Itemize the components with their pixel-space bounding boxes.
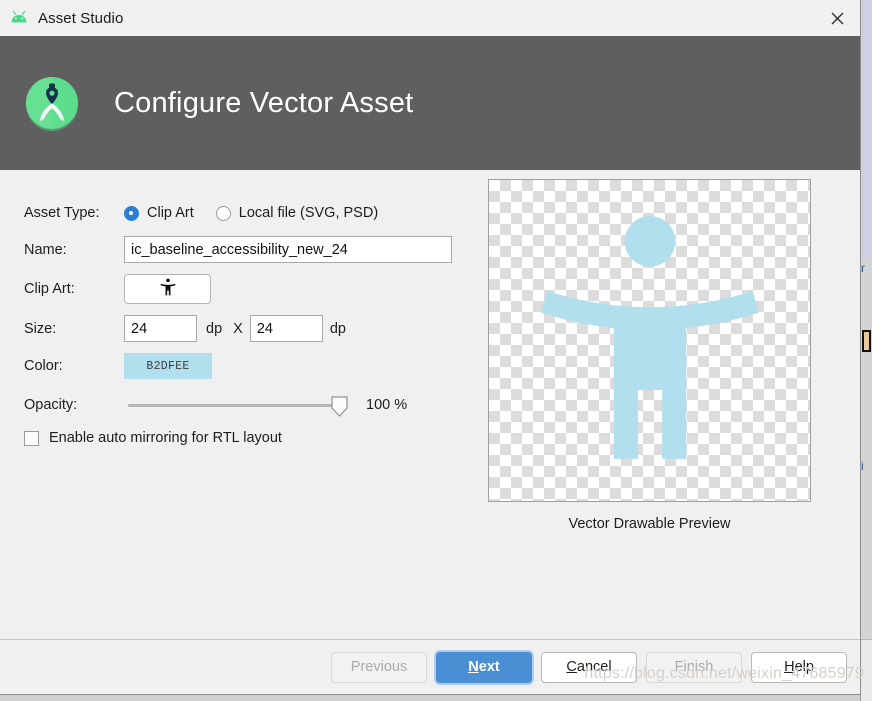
previous-button[interactable]: Previous <box>331 651 427 683</box>
page-title: Configure Vector Asset <box>114 86 414 119</box>
checkbox-unchecked-icon[interactable] <box>24 430 39 446</box>
screen: r i Asset Studio Configure Vector Asset … <box>0 0 872 701</box>
background-window-top-strip <box>861 0 872 258</box>
cancel-button-mnemonic: C <box>566 659 577 675</box>
size-unit-1: dp <box>206 320 223 337</box>
asset-studio-dialog: Asset Studio Configure Vector Asset Asse… <box>0 0 861 695</box>
accessibility-icon <box>158 276 178 303</box>
color-hex-value: B2DFEE <box>146 359 190 373</box>
radio-unselected-icon <box>215 205 231 221</box>
name-input[interactable]: ic_baseline_accessibility_new_24 <box>124 236 452 263</box>
opacity-value: 100 % <box>366 397 408 413</box>
color-label: Color: <box>24 358 63 374</box>
name-label: Name: <box>24 241 67 258</box>
color-row: Color: B2DFEE <box>24 353 464 379</box>
opacity-label: Opacity: <box>24 397 78 413</box>
help-button-mnemonic: H <box>784 659 795 675</box>
clip-art-label: Clip Art: <box>24 281 75 297</box>
finish-button[interactable]: Finish <box>646 651 742 683</box>
background-window-text-fragment-1: r <box>861 262 865 274</box>
help-button[interactable]: Help <box>751 651 847 683</box>
radio-selected-icon <box>124 205 139 221</box>
radio-option-clip-art-label: Clip Art <box>147 205 194 221</box>
opacity-slider-track <box>128 404 344 407</box>
opacity-row: Opacity: 100 % <box>24 392 464 418</box>
radio-option-clip-art[interactable]: Clip Art <box>124 205 194 221</box>
title-bar: Asset Studio <box>0 0 860 36</box>
window-title: Asset Studio <box>38 9 124 27</box>
preview-panel: Vector Drawable Preview <box>488 179 811 532</box>
next-button-label: ext <box>478 659 500 675</box>
dialog-content: Asset Type: Clip Art Local file (SVG, PS… <box>0 170 860 640</box>
close-icon[interactable] <box>814 0 860 36</box>
rtl-mirroring-label: Enable auto mirroring for RTL layout <box>49 430 282 446</box>
size-row: Size: 24 dp X 24 dp <box>24 315 464 342</box>
opacity-slider-thumb[interactable] <box>331 396 348 417</box>
color-swatch-button[interactable]: B2DFEE <box>124 353 212 379</box>
asset-type-row: Asset Type: Clip Art Local file (SVG, PS… <box>24 200 464 226</box>
radio-option-local-file[interactable]: Local file (SVG, PSD) <box>215 205 379 221</box>
rtl-mirroring-checkbox-row[interactable]: Enable auto mirroring for RTL layout <box>24 430 464 446</box>
size-height-input[interactable]: 24 <box>249 315 323 342</box>
dialog-footer: Previous Next Cancel Finish Help <box>0 640 860 694</box>
radio-option-local-file-label: Local file (SVG, PSD) <box>238 205 379 221</box>
background-window[interactable]: r i <box>860 0 872 701</box>
android-studio-logo <box>24 75 80 131</box>
preview-caption: Vector Drawable Preview <box>568 516 731 532</box>
asset-type-radio-group: Clip Art Local file (SVG, PSD) <box>124 205 400 221</box>
dialog-banner: Configure Vector Asset <box>0 36 860 170</box>
android-robot-icon <box>8 7 30 29</box>
background-window-text-fragment-2: i <box>861 460 864 472</box>
next-button[interactable]: Next <box>436 651 532 683</box>
cancel-button[interactable]: Cancel <box>541 651 637 683</box>
configuration-form: Asset Type: Clip Art Local file (SVG, PS… <box>24 200 464 446</box>
size-separator: X <box>233 320 243 337</box>
asset-type-label: Asset Type: <box>24 205 100 221</box>
name-row: Name: ic_baseline_accessibility_new_24 <box>24 236 464 263</box>
opacity-slider[interactable] <box>124 393 348 417</box>
next-button-mnemonic: N <box>468 659 479 675</box>
size-unit-2: dp <box>329 320 346 337</box>
clip-art-picker-button[interactable] <box>124 274 211 304</box>
clip-art-row: Clip Art: <box>24 274 464 304</box>
background-window-highlight-box <box>862 330 871 352</box>
preview-canvas <box>488 179 811 502</box>
size-label: Size: <box>24 320 57 337</box>
size-width-input[interactable]: 24 <box>124 315 197 342</box>
cancel-button-label: ancel <box>576 659 612 675</box>
accessibility-icon <box>505 193 795 488</box>
help-button-label: elp <box>794 659 814 675</box>
background-window-bottom-strip <box>861 639 872 701</box>
